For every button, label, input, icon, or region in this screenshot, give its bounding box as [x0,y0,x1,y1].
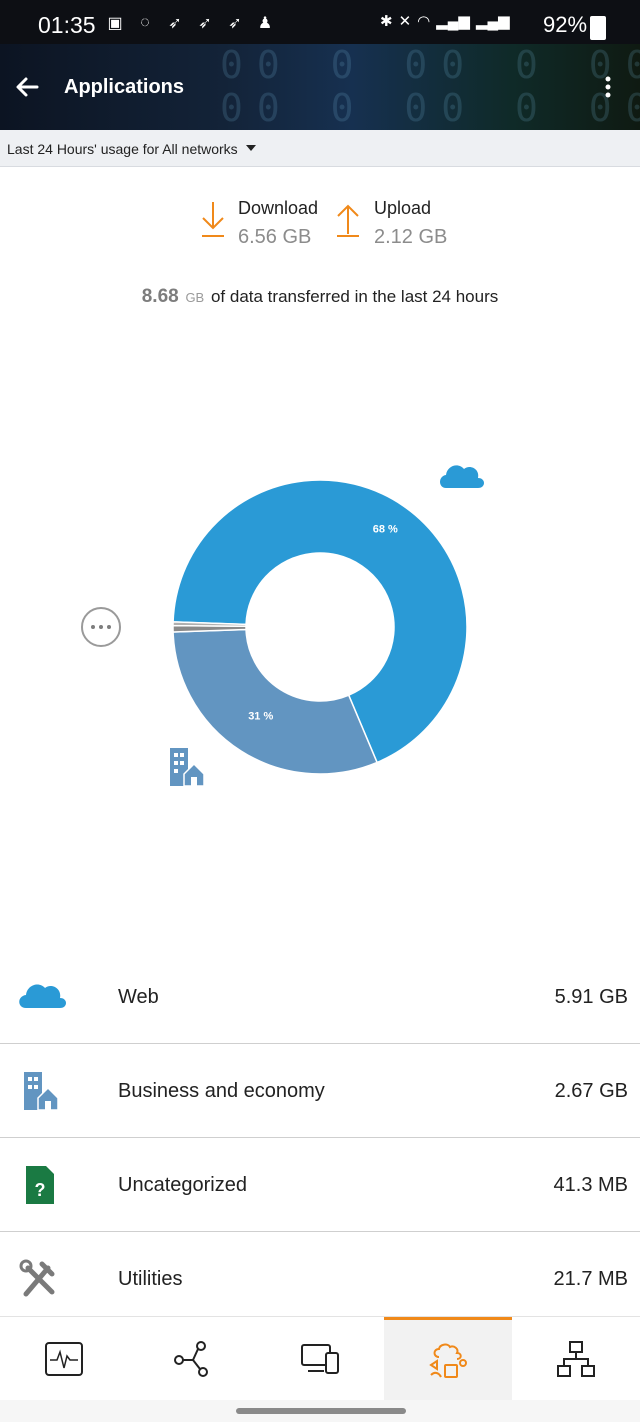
cloud-icon [19,984,66,1008]
app-bar: 00 0 00 0 00 000 0 00 0 00 000 Applicati… [0,44,640,130]
list-item-utilities[interactable]: Utilities 21.7 MB [0,1232,640,1326]
applications-icon [429,1343,467,1378]
usage-filter-label: Last 24 Hours' usage for All networks [7,141,256,157]
navigation-icon: ➶ [168,15,182,32]
battery-percent: 92% [543,12,588,37]
more-vertical-icon [605,76,611,98]
whatsapp-icon: ◌ [140,14,150,31]
building-icon [170,748,205,787]
header-background-pattern: 00 0 00 0 00 000 0 00 0 00 000 [220,44,640,130]
wifi-icon: ◠ [417,13,431,30]
tools-icon [19,1259,55,1297]
list-item-web[interactable]: Web 5.91 GB [0,950,640,1044]
status-bar: 01:35 ▣ ◌ ➶ ➶ ➶ ♟ ✱ ✕ ◠ ▂▄▆ ▂▄▆ 92% [0,0,640,44]
navigation-icon: ➶ [228,15,242,32]
back-arrow-icon [16,77,39,97]
download-arrow-icon [202,202,224,237]
nav-devices[interactable] [256,1317,384,1401]
usage-donut-chart[interactable]: 68 % 31 % [0,440,640,820]
list-item-uncategorized[interactable]: ? Uncategorized 41.3 MB [0,1138,640,1232]
network-icon [174,1341,208,1377]
upload-label: Upload [374,198,432,218]
svg-text:?: ? [35,1180,46,1200]
cloud-icon [440,465,484,488]
dropdown-caret-icon [245,145,256,152]
system-icons: ✱ ✕ ◠ ▂▄▆ ▂▄▆ [380,12,510,30]
unknown-file-icon: ? [26,1166,54,1204]
bottom-navigation [0,1316,640,1401]
signal-icon: ▂▄▆ [475,13,510,30]
donut-slices [172,479,468,775]
total-description: of data transferred in the last 24 hours [210,287,499,306]
total-value: 8.68 [141,286,179,307]
donut-label: 68 % [373,523,398,535]
upload-arrow-icon [337,204,359,237]
app-notification-icon: ▣ [107,15,123,32]
category-name: Uncategorized [118,1174,247,1196]
donut-label: 31 % [248,711,273,723]
battery-icon [590,16,606,40]
usage-filter-text: Last 24 Hours' usage for All networks [7,141,238,157]
more-options-button[interactable] [596,70,620,104]
activity-icon [45,1342,83,1376]
page-title: Applications [64,76,185,98]
total-unit: GB [185,290,205,305]
nav-network[interactable] [128,1317,256,1401]
back-button[interactable] [10,70,44,104]
usage-filter-dropdown[interactable]: Last 24 Hours' usage for All networks [0,130,640,167]
signal-icon: ▂▄▆ [436,13,470,30]
gesture-navigation-bar [0,1400,640,1422]
category-value: 5.91 GB [554,986,628,1008]
category-value: 2.67 GB [554,1080,628,1102]
home-gesture-handle[interactable] [236,1408,406,1414]
nav-applications[interactable] [384,1317,512,1401]
devices-icon [301,1344,339,1374]
building-icon [24,1072,59,1111]
category-list: Web 5.91 GB Business and economy 2.67 GB… [0,950,640,1326]
donut-slice-business[interactable] [172,628,379,775]
total-transfer-summary: 8.68 GB of data transferred in the last … [0,286,640,308]
category-name: Business and economy [118,1080,325,1102]
bluetooth-icon: ✱ [380,13,393,30]
download-label: Download [238,198,319,218]
status-time: 01:35 [38,12,96,38]
navigation-icon: ➶ [198,15,212,32]
mute-icon: ✕ [398,13,412,30]
category-value: 41.3 MB [553,1174,628,1196]
category-name: Web [118,986,159,1008]
download-value: 6.56 GB [238,226,312,248]
list-item-business[interactable]: Business and economy 2.67 GB [0,1044,640,1138]
upload-value: 2.12 GB [374,226,448,248]
nav-topology[interactable] [512,1317,640,1401]
nav-activity[interactable] [0,1317,128,1401]
other-categories-more-icon[interactable] [81,607,121,647]
category-value: 21.7 MB [553,1268,628,1290]
category-name: Utilities [118,1268,183,1290]
person-icon: ♟ [257,15,273,32]
topology-icon [557,1341,595,1377]
notification-icons: ▣ ◌ ➶ ➶ ➶ ♟ [104,12,276,34]
